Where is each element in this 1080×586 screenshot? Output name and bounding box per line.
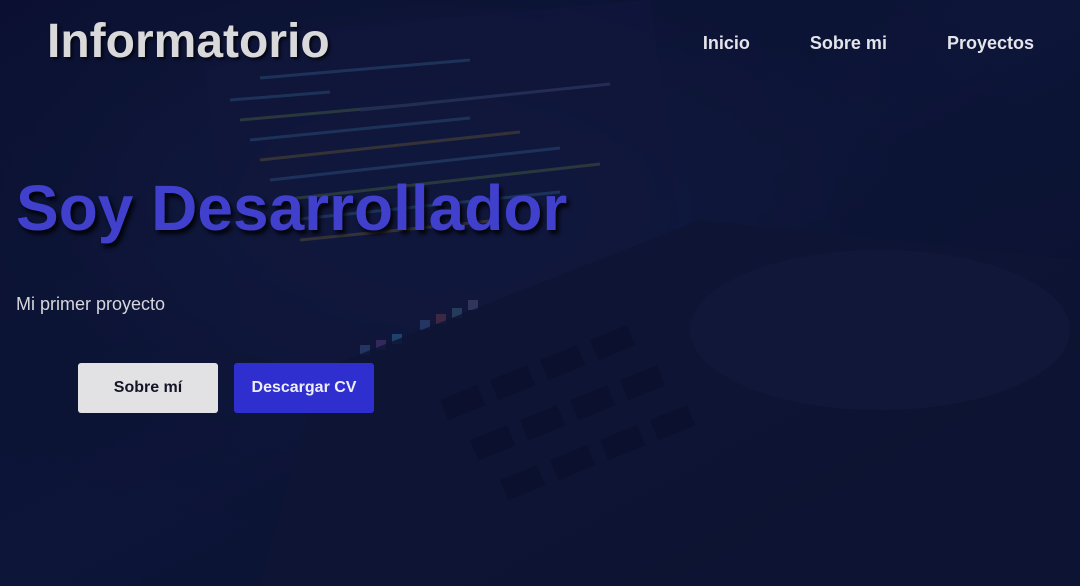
nav-link-sobre-mi[interactable]: Sobre mi bbox=[810, 30, 887, 56]
landing-page: Informatorio Inicio Sobre mi Proyectos S… bbox=[0, 0, 1080, 586]
brand-logo[interactable]: Informatorio bbox=[47, 14, 330, 70]
about-me-button[interactable]: Sobre mí bbox=[78, 363, 218, 413]
main-nav: Inicio Sobre mi Proyectos bbox=[689, 30, 1080, 56]
nav-link-proyectos[interactable]: Proyectos bbox=[947, 30, 1034, 56]
nav-link-inicio[interactable]: Inicio bbox=[703, 30, 750, 56]
hero-title: Soy Desarrollador bbox=[16, 172, 568, 244]
download-cv-button[interactable]: Descargar CV bbox=[234, 363, 374, 413]
site-header: Informatorio Inicio Sobre mi Proyectos bbox=[0, 0, 1080, 86]
hero-subtitle: Mi primer proyecto bbox=[16, 294, 166, 314]
